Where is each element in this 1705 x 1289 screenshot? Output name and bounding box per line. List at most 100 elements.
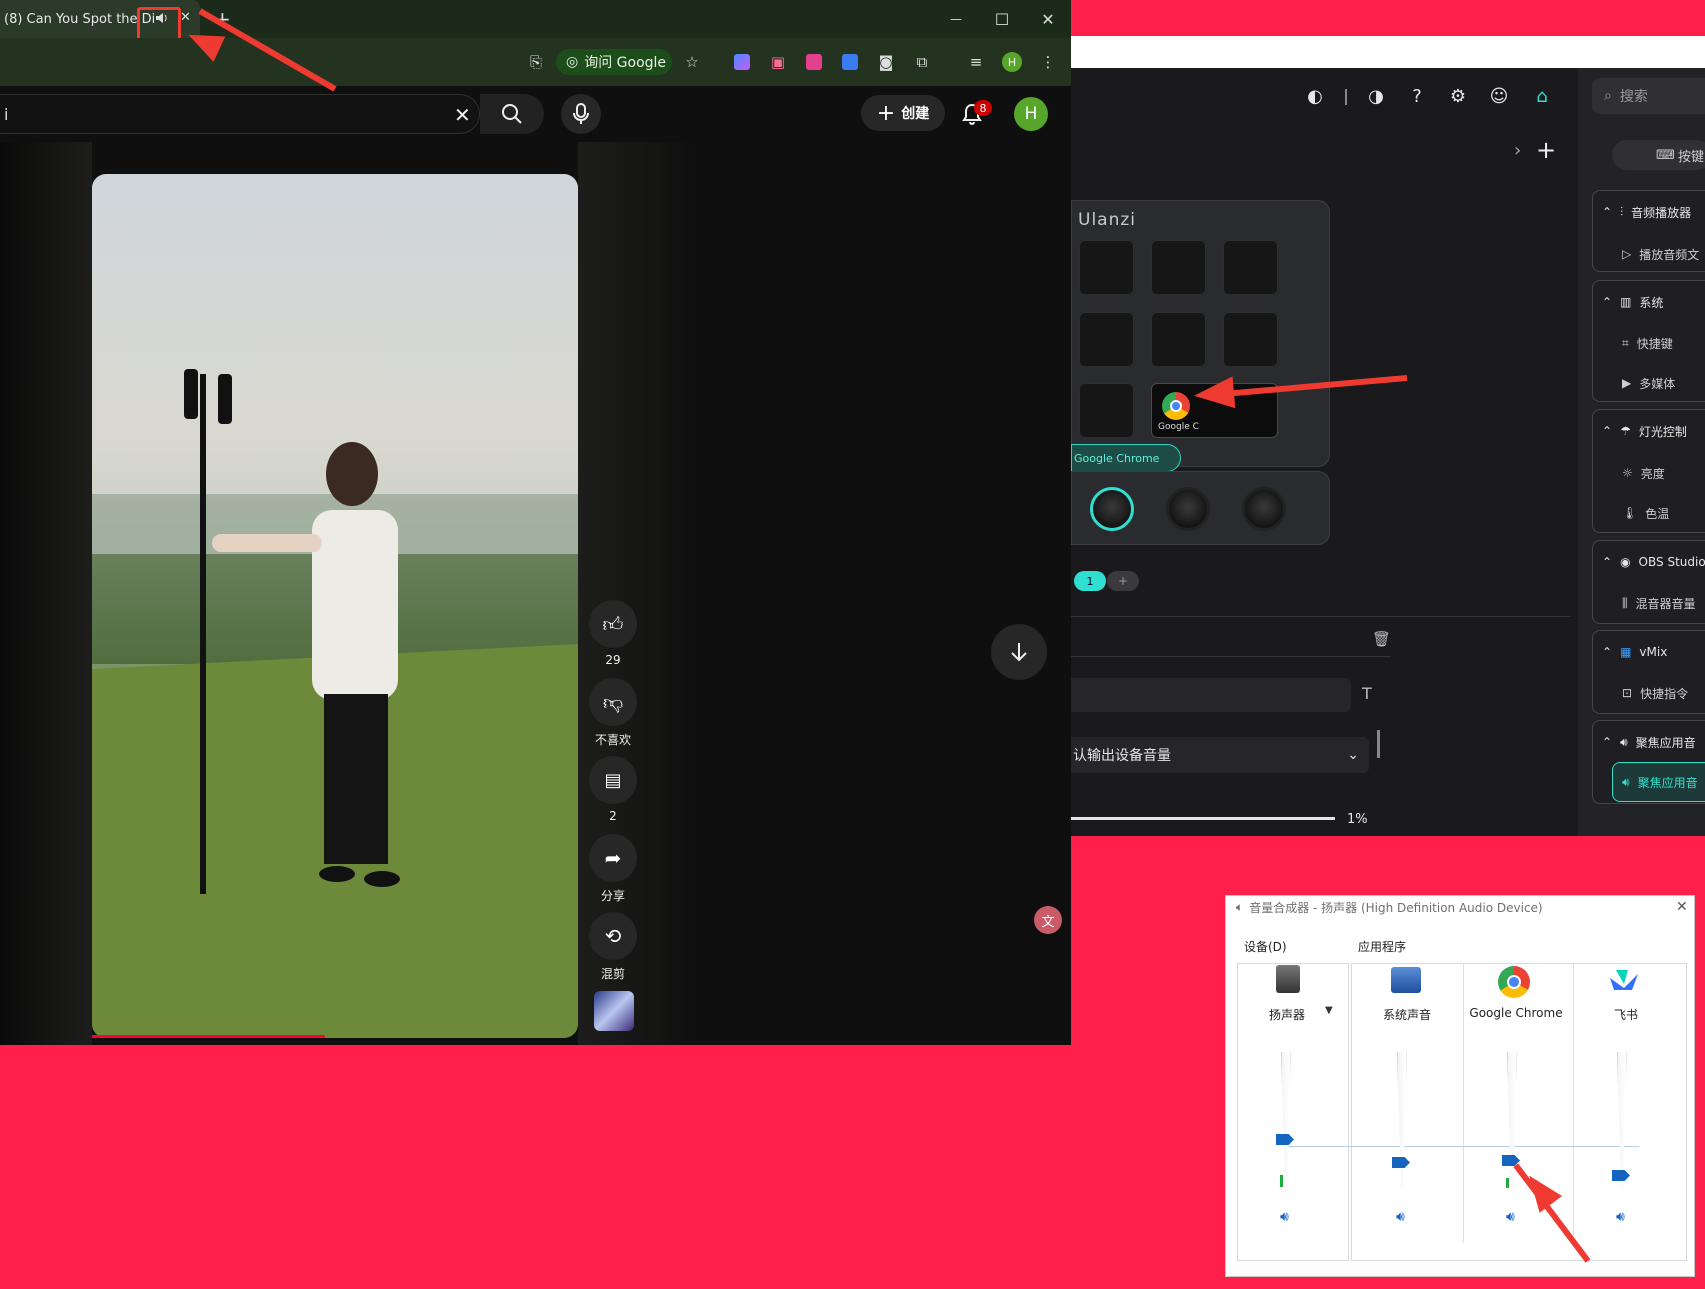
ask-google-button[interactable]: ◎ 询问 Google <box>556 49 672 75</box>
extension-a-icon[interactable] <box>730 50 754 74</box>
search-button[interactable] <box>480 94 544 134</box>
action-focus-audio[interactable]: 🔊︎ 聚焦应用音 <box>1622 771 1698 793</box>
ulanzi-logo-icon[interactable]: ◐ <box>1303 84 1327 108</box>
comment-button[interactable]: ▤ <box>589 756 637 804</box>
action-search-input[interactable]: ⌕ 搜索 <box>1592 78 1705 114</box>
shortcut-icon: ⊡ <box>1622 686 1633 700</box>
master-level-line <box>1283 1146 1639 1147</box>
voice-search-button[interactable] <box>561 94 601 134</box>
clear-search-icon[interactable]: ✕ <box>454 103 471 127</box>
action-shortcut[interactable]: ⊡ 快捷指令 <box>1622 682 1688 704</box>
level-meter <box>1280 1175 1283 1187</box>
remix-icon: ⟲ <box>604 924 622 948</box>
install-app-icon[interactable]: ⎘ <box>524 50 548 74</box>
maximize-button[interactable]: ☐ <box>984 6 1020 32</box>
device-key-5[interactable] <box>1151 312 1206 367</box>
hotkey-icon: ⌗ <box>1622 335 1629 350</box>
device-key-2[interactable] <box>1151 240 1206 295</box>
extension-face-icon[interactable]: ◙ <box>874 50 898 74</box>
mute-feishu-icon[interactable]: 🔊︎ <box>1616 1209 1625 1225</box>
chevron-up-icon: ⌃ <box>1602 295 1613 309</box>
bilibili-extension-icon[interactable]: ▣ <box>766 50 790 74</box>
user-icon[interactable]: ☺ <box>1487 84 1511 108</box>
mute-system-icon[interactable]: 🔊︎ <box>1396 1209 1405 1225</box>
device-key-1[interactable] <box>1079 240 1134 295</box>
system-sounds-icon[interactable] <box>1391 967 1421 993</box>
extensions-puzzle-icon[interactable]: ⧉ <box>910 50 934 74</box>
share-button[interactable]: ➦ <box>589 834 637 882</box>
translate-icon[interactable]: 文 <box>1034 906 1062 934</box>
shorts-video[interactable] <box>92 174 578 1038</box>
title-input[interactable] <box>1071 678 1351 712</box>
knob-1[interactable] <box>1090 487 1134 531</box>
trash-icon[interactable]: 🗑︎ <box>1372 630 1391 648</box>
minimize-button[interactable]: — <box>938 6 974 32</box>
mixer-system-label: 系统声音 <box>1382 1008 1431 1022</box>
action-brightness[interactable]: ☼ 亮度 <box>1622 462 1665 484</box>
feishu-app-icon[interactable] <box>1608 968 1640 996</box>
category-header-system[interactable]: ⌃ ▥ 系统 <box>1602 290 1663 314</box>
obs-icon: ◉ <box>1620 555 1631 569</box>
like-button[interactable]: 👍︎ <box>589 600 637 648</box>
dislike-button[interactable]: 👎︎ <box>589 678 637 726</box>
speaker-icon[interactable] <box>155 12 169 27</box>
help-icon[interactable]: ? <box>1405 84 1429 108</box>
extension-pink-icon[interactable] <box>802 50 826 74</box>
category-header-vmix[interactable]: ⌃ ▦ vMix <box>1602 640 1667 664</box>
theme-icon[interactable]: ◑ <box>1364 84 1388 108</box>
scrollbar[interactable] <box>1377 730 1380 758</box>
search-input[interactable]: i <box>0 94 480 134</box>
share-label: 分享 <box>600 889 625 903</box>
category-header-audio-player[interactable]: ⌃ ⫶ 音频播放器 <box>1602 200 1691 224</box>
speaker-icon: 🔊︎ <box>1622 774 1630 789</box>
category-header-focus-audio[interactable]: ⌃ 🔊︎ 聚焦应用音 <box>1602 730 1696 754</box>
mute-speaker-icon[interactable]: 🔊︎ <box>1280 1209 1289 1225</box>
create-button[interactable]: + 创建 <box>861 95 945 131</box>
chevron-right-icon[interactable]: › <box>1514 140 1521 161</box>
reading-list-icon[interactable]: ≡ <box>964 50 988 74</box>
category-header-obs[interactable]: ⌃ ◉ OBS Studio <box>1602 550 1705 574</box>
knob-2[interactable] <box>1166 487 1210 531</box>
add-profile-icon[interactable]: + <box>1536 136 1556 164</box>
device-key-4[interactable] <box>1079 312 1134 367</box>
video-progress-bar[interactable] <box>92 1035 325 1038</box>
knob-3[interactable] <box>1242 487 1286 531</box>
speaker-device-icon[interactable] <box>1276 965 1300 993</box>
device-key-3[interactable] <box>1223 240 1278 295</box>
add-page-button[interactable]: + <box>1107 571 1139 591</box>
action-play-audio[interactable]: ▷ 播放音频文 <box>1622 243 1699 265</box>
next-video-button[interactable] <box>991 624 1047 680</box>
equalizer-icon: ⫶ <box>1620 204 1624 219</box>
key-filter-button[interactable]: ⌨ 按键 <box>1612 140 1705 170</box>
sound-thumbnail[interactable] <box>594 991 634 1031</box>
gear-icon[interactable]: ⚙ <box>1446 84 1470 108</box>
mute-chrome-icon[interactable]: 🔊︎ <box>1506 1209 1515 1225</box>
share-icon: ➦ <box>604 846 622 870</box>
close-window-button[interactable]: ✕ <box>1030 6 1066 32</box>
tab-close-icon[interactable]: ✕ <box>180 10 191 25</box>
store-icon[interactable]: ⌂ <box>1530 84 1554 108</box>
action-multimedia[interactable]: ▶ 多媒体 <box>1622 372 1675 394</box>
remix-button[interactable]: ⟲ <box>589 912 637 960</box>
chevron-down-icon: ⌄ <box>1347 747 1359 763</box>
right-glow <box>578 142 698 1045</box>
bookmark-star-icon[interactable]: ☆ <box>680 50 704 74</box>
profile-avatar[interactable]: H <box>1002 52 1022 72</box>
arrow-down-icon <box>1011 643 1027 662</box>
page-tab-1[interactable]: 1 <box>1074 571 1106 591</box>
chrome-menu-icon[interactable]: ⋮ <box>1036 50 1060 74</box>
chrome-app-icon[interactable] <box>1498 966 1530 998</box>
text-format-icon[interactable]: T <box>1362 684 1372 703</box>
volume-step-slider[interactable] <box>1071 817 1335 820</box>
action-mixer-volume[interactable]: ⫼ 混音器音量 <box>1622 592 1696 614</box>
action-color-temp[interactable]: 🌡︎ 色温 <box>1622 502 1669 524</box>
mixer-close-button[interactable]: ✕ <box>1676 899 1688 915</box>
translate-extension-icon[interactable] <box>838 50 862 74</box>
audio-device-select[interactable]: 认输出设备音量 ⌄ <box>1071 737 1369 773</box>
device-key-6[interactable] <box>1223 312 1278 367</box>
category-header-light[interactable]: ⌃ ☂ 灯光控制 <box>1602 419 1687 443</box>
device-dropdown-icon[interactable]: ▼ <box>1325 1005 1333 1016</box>
account-avatar[interactable]: H <box>1014 97 1048 131</box>
action-hotkey[interactable]: ⌗ 快捷键 <box>1622 332 1673 354</box>
device-key-7[interactable] <box>1079 383 1134 438</box>
